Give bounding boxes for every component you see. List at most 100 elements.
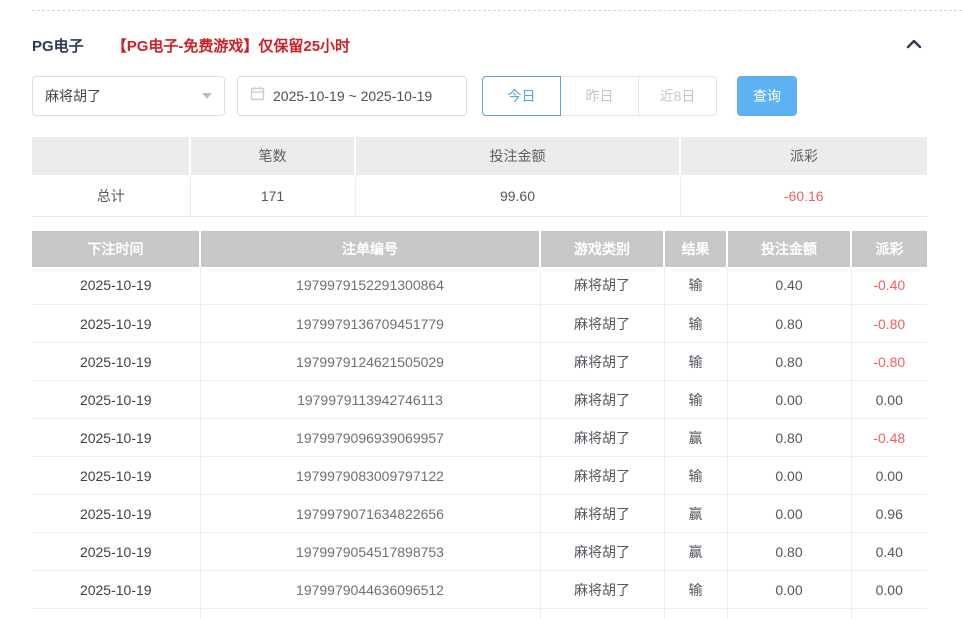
summary-total-bet-amount: 99.60 <box>355 176 680 216</box>
cell-game: 麻将胡了 <box>540 457 664 495</box>
cell-amount <box>727 609 851 619</box>
table-row: 2025-10-191979979113942746113麻将胡了输0.000.… <box>32 381 927 419</box>
filter-bar: 麻将胡了 2025-10-19 ~ 2025-10-19 今日昨日近8日 查询 <box>32 76 927 116</box>
chevron-down-icon <box>202 93 212 99</box>
cell-date: 2025-10-19 <box>32 419 200 457</box>
collapse-panel-button[interactable] <box>901 36 927 55</box>
cell-result: 赢 <box>664 495 727 533</box>
cell-result: 输 <box>664 457 727 495</box>
table-row: 2025-10-191979979044636096512麻将胡了输0.000.… <box>32 571 927 609</box>
cell-game: 麻将胡了 <box>540 305 664 343</box>
cell-result: 输 <box>664 305 727 343</box>
chevron-up-icon <box>905 38 923 53</box>
cell-date: 2025-10-19 <box>32 343 200 381</box>
cell-payout: -0.80 <box>851 343 927 381</box>
game-select[interactable]: 麻将胡了 <box>32 76 225 116</box>
table-row: 麻将胡了赢 <box>32 609 927 619</box>
cell-amount: 0.80 <box>727 305 851 343</box>
cell-bet-no: 1979979096939069957 <box>200 419 540 457</box>
table-header-row: 下注时间 注单编号 游戏类别 结果 投注金额 派彩 <box>32 231 927 267</box>
cell-game: 麻将胡了 <box>540 343 664 381</box>
summary-header-row: 笔数 投注金额 派彩 <box>32 137 927 176</box>
summary-total-row: 总计 171 99.60 -60.16 <box>32 176 927 216</box>
cell-payout: -0.40 <box>851 267 927 305</box>
table-row: 2025-10-191979979136709451779麻将胡了输0.80-0… <box>32 305 927 343</box>
cell-result: 赢 <box>664 609 727 619</box>
cell-amount: 0.00 <box>727 381 851 419</box>
cell-result: 赢 <box>664 533 727 571</box>
summary-header-bet-amount: 投注金额 <box>355 137 680 176</box>
date-range-value: 2025-10-19 ~ 2025-10-19 <box>273 88 432 104</box>
cell-bet-no: 1979979054517898753 <box>200 533 540 571</box>
cell-bet-no: 1979979113942746113 <box>200 381 540 419</box>
cell-date: 2025-10-19 <box>32 571 200 609</box>
cell-bet-no: 1979979136709451779 <box>200 305 540 343</box>
header-result: 结果 <box>664 231 727 267</box>
cell-amount: 0.80 <box>727 419 851 457</box>
summary-total-count: 171 <box>190 176 355 216</box>
summary-header-empty <box>32 137 190 176</box>
cell-game: 麻将胡了 <box>540 609 664 619</box>
header-payout: 派彩 <box>851 231 927 267</box>
cell-bet-no: 1979979044636096512 <box>200 571 540 609</box>
quick-date-button-group: 今日昨日近8日 <box>482 76 717 116</box>
cell-amount: 0.80 <box>727 343 851 381</box>
cell-payout <box>851 609 927 619</box>
cell-game: 麻将胡了 <box>540 495 664 533</box>
cell-payout: 0.00 <box>851 457 927 495</box>
panel-header: PG电子 【PG电子-免费游戏】仅保留25小时 <box>32 35 927 56</box>
cell-amount: 0.00 <box>727 495 851 533</box>
quick-date-button-2[interactable]: 近8日 <box>638 76 717 116</box>
page-title: PG电子 <box>32 35 84 56</box>
calendar-icon <box>250 86 265 106</box>
retention-notice: 【PG电子-免费游戏】仅保留25小时 <box>112 35 350 56</box>
cell-bet-no: 1979979124621505029 <box>200 343 540 381</box>
cell-amount: 0.80 <box>727 533 851 571</box>
table-row: 2025-10-191979979152291300864麻将胡了输0.40-0… <box>32 267 927 305</box>
cell-result: 输 <box>664 267 727 305</box>
game-select-value: 麻将胡了 <box>45 86 202 106</box>
header-game-category: 游戏类别 <box>540 231 664 267</box>
cell-bet-no: 1979979083009797122 <box>200 457 540 495</box>
cell-amount: 0.00 <box>727 571 851 609</box>
cell-date: 2025-10-19 <box>32 533 200 571</box>
date-range-picker[interactable]: 2025-10-19 ~ 2025-10-19 <box>237 76 467 116</box>
summary-total-label: 总计 <box>32 176 190 216</box>
cell-payout: 0.00 <box>851 381 927 419</box>
cell-result: 输 <box>664 343 727 381</box>
cell-payout: 0.96 <box>851 495 927 533</box>
table-row: 2025-10-191979979054517898753麻将胡了赢0.800.… <box>32 533 927 571</box>
cell-bet-no <box>200 609 540 619</box>
table-row: 2025-10-191979979096939069957麻将胡了赢0.80-0… <box>32 419 927 457</box>
header-bet-amount: 投注金额 <box>727 231 851 267</box>
quick-date-button-1[interactable]: 昨日 <box>560 76 639 116</box>
cell-bet-no: 1979979071634822656 <box>200 495 540 533</box>
query-button[interactable]: 查询 <box>737 76 797 116</box>
summary-header-count: 笔数 <box>190 137 355 176</box>
summary-table: 笔数 投注金额 派彩 总计 171 99.60 -60.16 <box>32 137 927 217</box>
cell-game: 麻将胡了 <box>540 571 664 609</box>
cell-payout: -0.80 <box>851 305 927 343</box>
cell-payout: 0.40 <box>851 533 927 571</box>
cell-date: 2025-10-19 <box>32 267 200 305</box>
table-row: 2025-10-191979979071634822656麻将胡了赢0.000.… <box>32 495 927 533</box>
cell-date: 2025-10-19 <box>32 381 200 419</box>
bet-records-table: 下注时间 注单编号 游戏类别 结果 投注金额 派彩 2025-10-191979… <box>32 231 927 619</box>
cell-payout: -0.48 <box>851 419 927 457</box>
cell-payout: 0.00 <box>851 571 927 609</box>
cell-date: 2025-10-19 <box>32 457 200 495</box>
cell-bet-no: 1979979152291300864 <box>200 267 540 305</box>
cell-game: 麻将胡了 <box>540 419 664 457</box>
cell-amount: 0.00 <box>727 457 851 495</box>
summary-total-payout: -60.16 <box>680 176 927 216</box>
header-bet-time: 下注时间 <box>32 231 200 267</box>
cell-game: 麻将胡了 <box>540 381 664 419</box>
dashed-divider <box>32 10 962 11</box>
quick-date-button-0[interactable]: 今日 <box>482 76 561 116</box>
cell-amount: 0.40 <box>727 267 851 305</box>
cell-game: 麻将胡了 <box>540 533 664 571</box>
cell-date: 2025-10-19 <box>32 495 200 533</box>
cell-date: 2025-10-19 <box>32 305 200 343</box>
summary-header-payout: 派彩 <box>680 137 927 176</box>
table-row: 2025-10-191979979124621505029麻将胡了输0.80-0… <box>32 343 927 381</box>
